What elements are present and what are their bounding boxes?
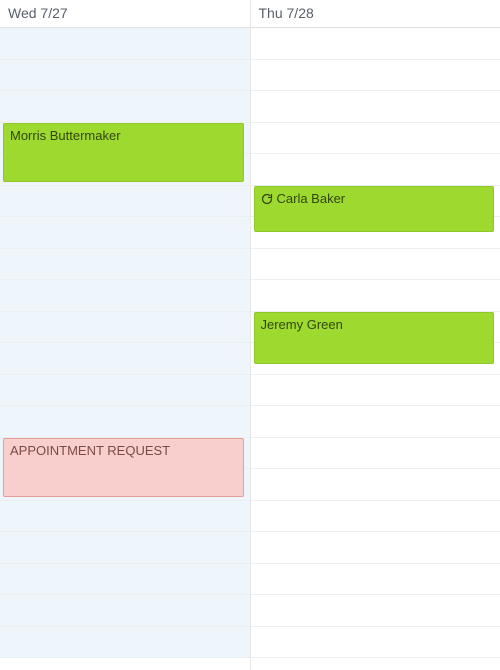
time-slot[interactable] (0, 501, 250, 533)
time-slot[interactable] (251, 406, 500, 438)
day-label: Thu 7/28 (259, 5, 314, 21)
time-slot[interactable] (0, 375, 250, 407)
time-slot[interactable] (0, 532, 250, 564)
time-slot[interactable] (0, 595, 250, 627)
time-slot[interactable] (251, 469, 500, 501)
event-title: Morris Buttermaker (10, 128, 121, 143)
time-slot[interactable] (0, 627, 250, 659)
event-appointment-request[interactable]: APPOINTMENT REQUEST (3, 438, 244, 497)
event-title: Jeremy Green (261, 317, 343, 332)
time-slot[interactable] (0, 312, 250, 344)
event-morris-buttermaker[interactable]: Morris Buttermaker (3, 123, 244, 182)
time-slot[interactable] (0, 28, 250, 60)
day-header: Thu 7/28 (251, 0, 500, 28)
time-slot[interactable] (0, 249, 250, 281)
time-slot[interactable] (251, 564, 500, 596)
time-slot[interactable] (251, 91, 500, 123)
time-slot[interactable] (251, 249, 500, 281)
time-slot[interactable] (251, 60, 500, 92)
time-slot[interactable] (251, 28, 500, 60)
time-slot[interactable] (251, 438, 500, 470)
day-label: Wed 7/27 (8, 5, 68, 21)
time-slot[interactable] (251, 532, 500, 564)
time-slot[interactable] (0, 217, 250, 249)
time-slot[interactable] (251, 123, 500, 155)
day-slots[interactable]: Carla Baker Jeremy Green (251, 28, 500, 670)
time-slot[interactable] (0, 91, 250, 123)
time-slot[interactable] (251, 280, 500, 312)
time-slot[interactable] (251, 154, 500, 186)
day-header: Wed 7/27 (0, 0, 250, 28)
event-title: APPOINTMENT REQUEST (10, 443, 170, 458)
time-slot[interactable] (251, 595, 500, 627)
event-carla-baker[interactable]: Carla Baker (254, 186, 495, 232)
time-slot[interactable] (0, 343, 250, 375)
time-slot[interactable] (251, 375, 500, 407)
time-slot[interactable] (0, 280, 250, 312)
event-title: Carla Baker (277, 191, 346, 206)
recurring-icon (261, 193, 273, 205)
time-slot[interactable] (0, 406, 250, 438)
calendar-grid: Wed 7/27 Morris Buttermaker APPOINTMENT … (0, 0, 500, 670)
event-jeremy-green[interactable]: Jeremy Green (254, 312, 495, 365)
time-slot[interactable] (0, 186, 250, 218)
time-slot[interactable] (251, 501, 500, 533)
time-slot[interactable] (0, 60, 250, 92)
time-slot[interactable] (0, 564, 250, 596)
day-column-thu[interactable]: Thu 7/28 Carla Baker Jeremy Green (251, 0, 500, 670)
time-slot[interactable] (251, 627, 500, 659)
day-slots[interactable]: Morris Buttermaker APPOINTMENT REQUEST (0, 28, 250, 670)
day-column-wed[interactable]: Wed 7/27 Morris Buttermaker APPOINTMENT … (0, 0, 251, 670)
